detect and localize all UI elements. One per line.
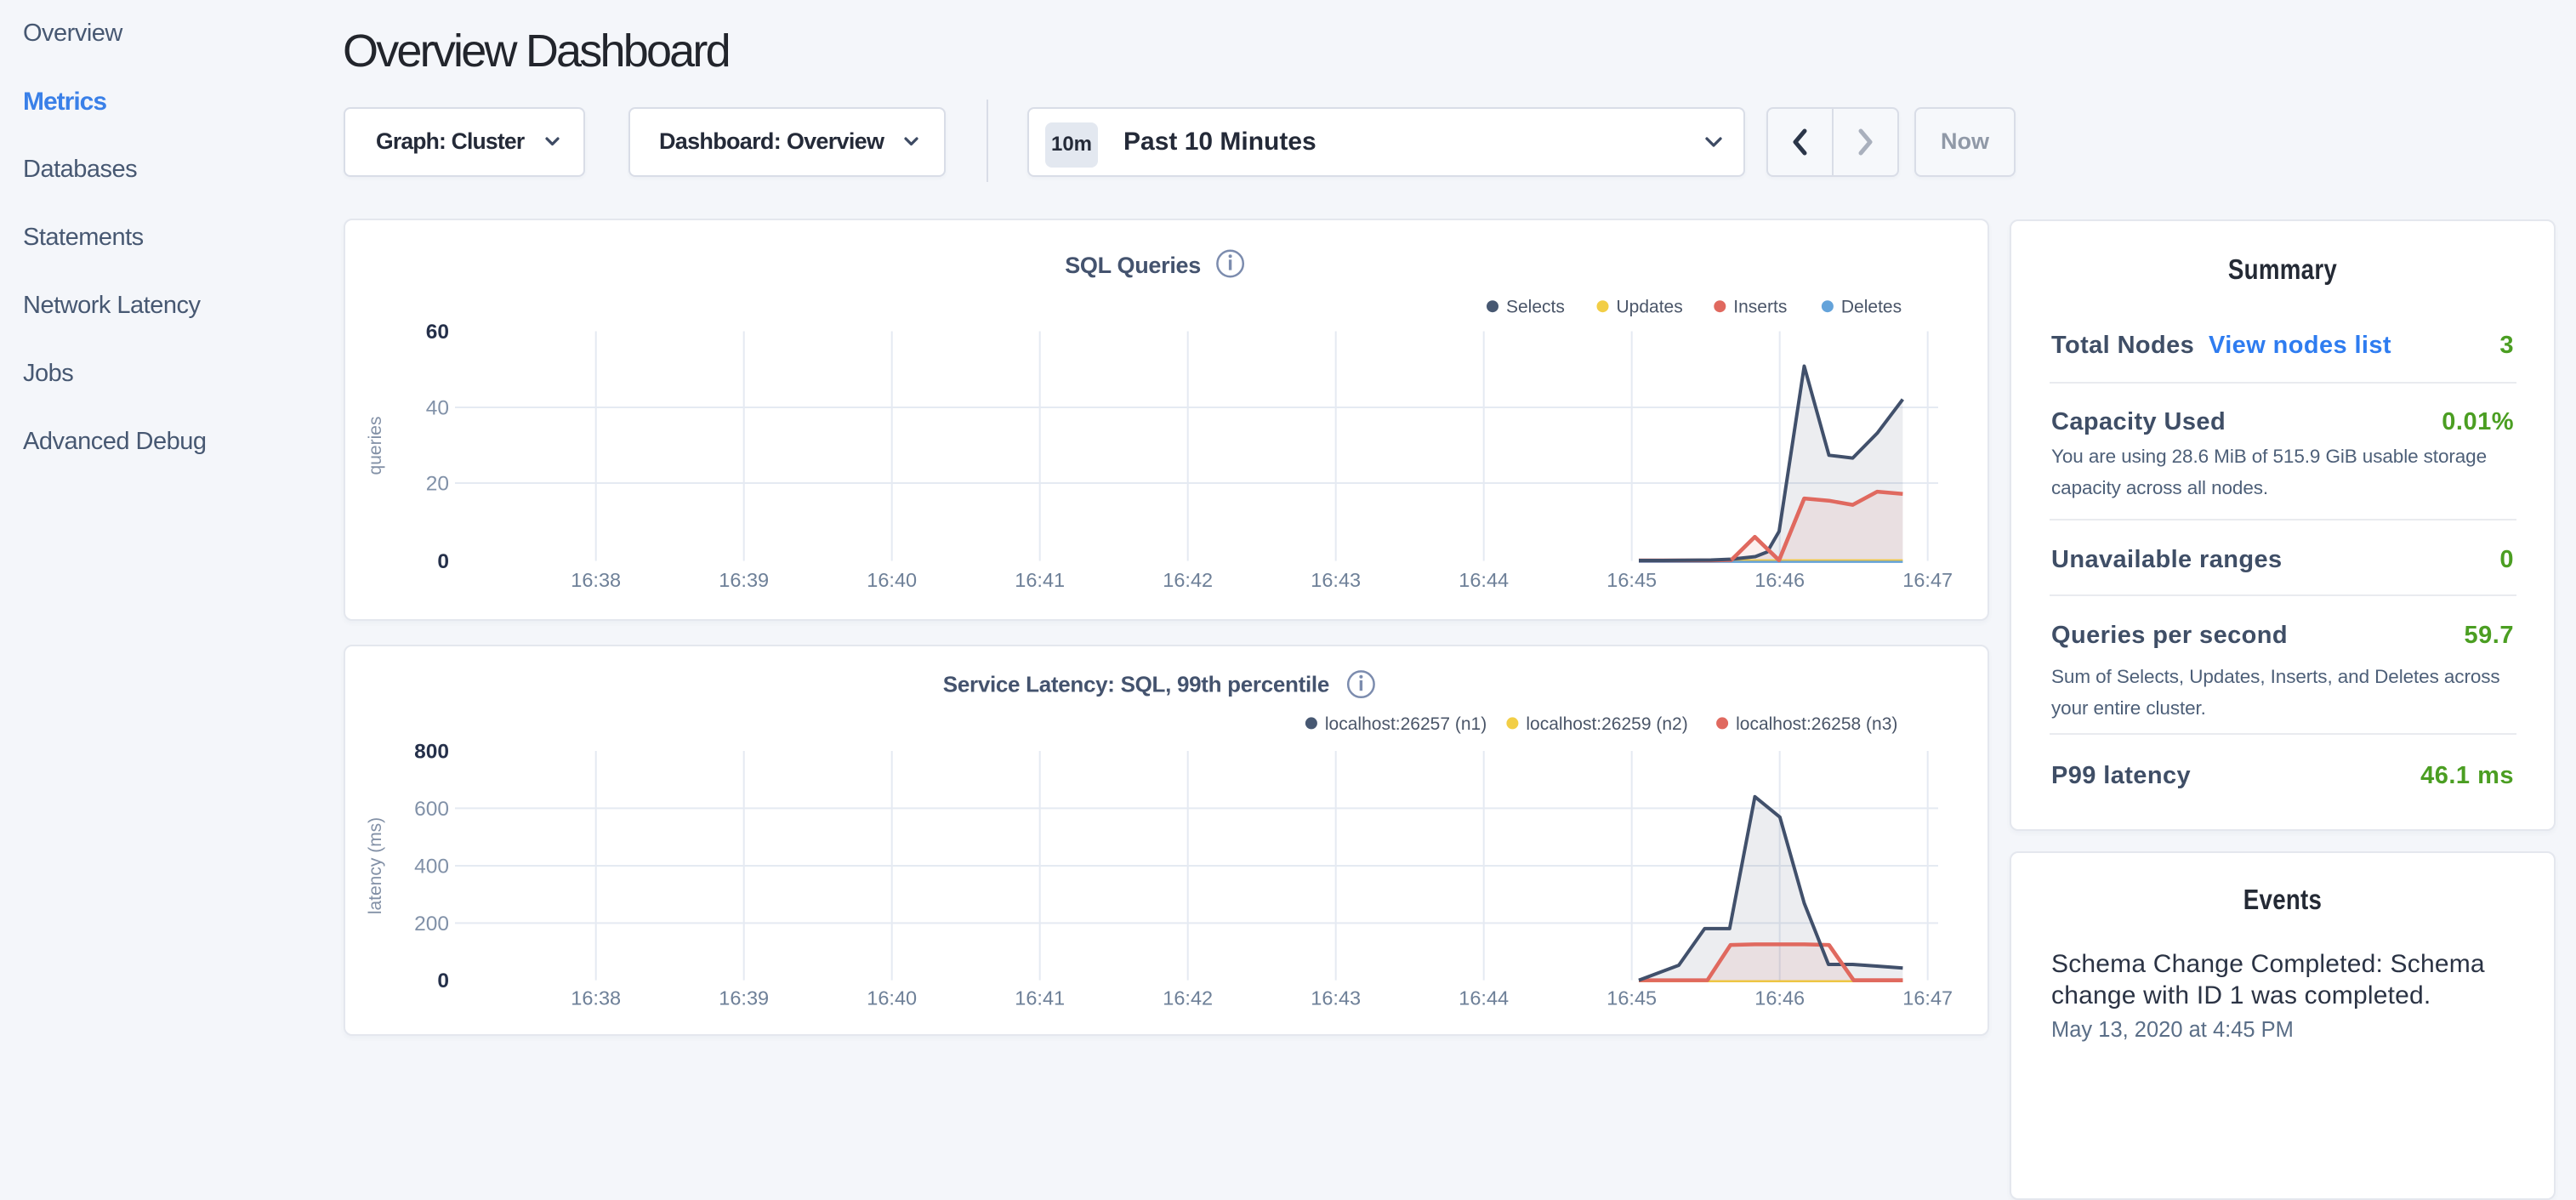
svg-text:16:45: 16:45 [1606,569,1657,591]
svg-text:16:44: 16:44 [1459,569,1509,591]
svg-text:latency (ms): latency (ms) [366,817,385,914]
svg-text:400: 400 [414,856,449,879]
svg-text:Selects: Selects [1506,298,1565,317]
svg-text:Deletes: Deletes [1841,298,1902,317]
svg-text:16:41: 16:41 [1015,569,1065,591]
svg-text:localhost:26259 (n2): localhost:26259 (n2) [1526,714,1687,734]
svg-text:16:44: 16:44 [1459,987,1509,1009]
svg-text:16:39: 16:39 [719,569,769,591]
svg-text:queries: queries [366,417,385,475]
svg-text:16:46: 16:46 [1754,987,1805,1009]
svg-text:SQL Queries: SQL Queries [1065,253,1201,278]
svg-text:800: 800 [414,741,449,764]
svg-text:0: 0 [437,550,449,573]
svg-text:16:38: 16:38 [571,987,621,1009]
svg-text:60: 60 [426,321,449,344]
svg-text:16:42: 16:42 [1163,569,1213,591]
svg-text:16:47: 16:47 [1902,569,1953,591]
svg-text:Updates: Updates [1617,298,1683,317]
svg-text:16:40: 16:40 [867,987,917,1009]
svg-text:16:38: 16:38 [571,569,621,591]
svg-text:16:39: 16:39 [719,987,769,1009]
svg-text:16:43: 16:43 [1311,987,1361,1009]
svg-text:200: 200 [414,913,449,936]
svg-text:16:43: 16:43 [1311,569,1361,591]
svg-text:0: 0 [437,970,449,992]
svg-text:16:45: 16:45 [1606,987,1657,1009]
svg-text:40: 40 [426,397,449,420]
svg-text:16:47: 16:47 [1902,987,1953,1009]
svg-text:localhost:26257 (n1): localhost:26257 (n1) [1325,714,1487,734]
svg-text:16:41: 16:41 [1015,987,1065,1009]
svg-text:16:42: 16:42 [1163,987,1213,1009]
svg-text:16:46: 16:46 [1754,569,1805,591]
svg-text:20: 20 [426,473,449,496]
svg-text:600: 600 [414,798,449,821]
svg-text:Inserts: Inserts [1733,298,1787,317]
svg-text:localhost:26258 (n3): localhost:26258 (n3) [1736,714,1897,734]
svg-text:16:40: 16:40 [867,569,917,591]
svg-text:Service Latency: SQL, 99th per: Service Latency: SQL, 99th percentile [943,672,1329,697]
